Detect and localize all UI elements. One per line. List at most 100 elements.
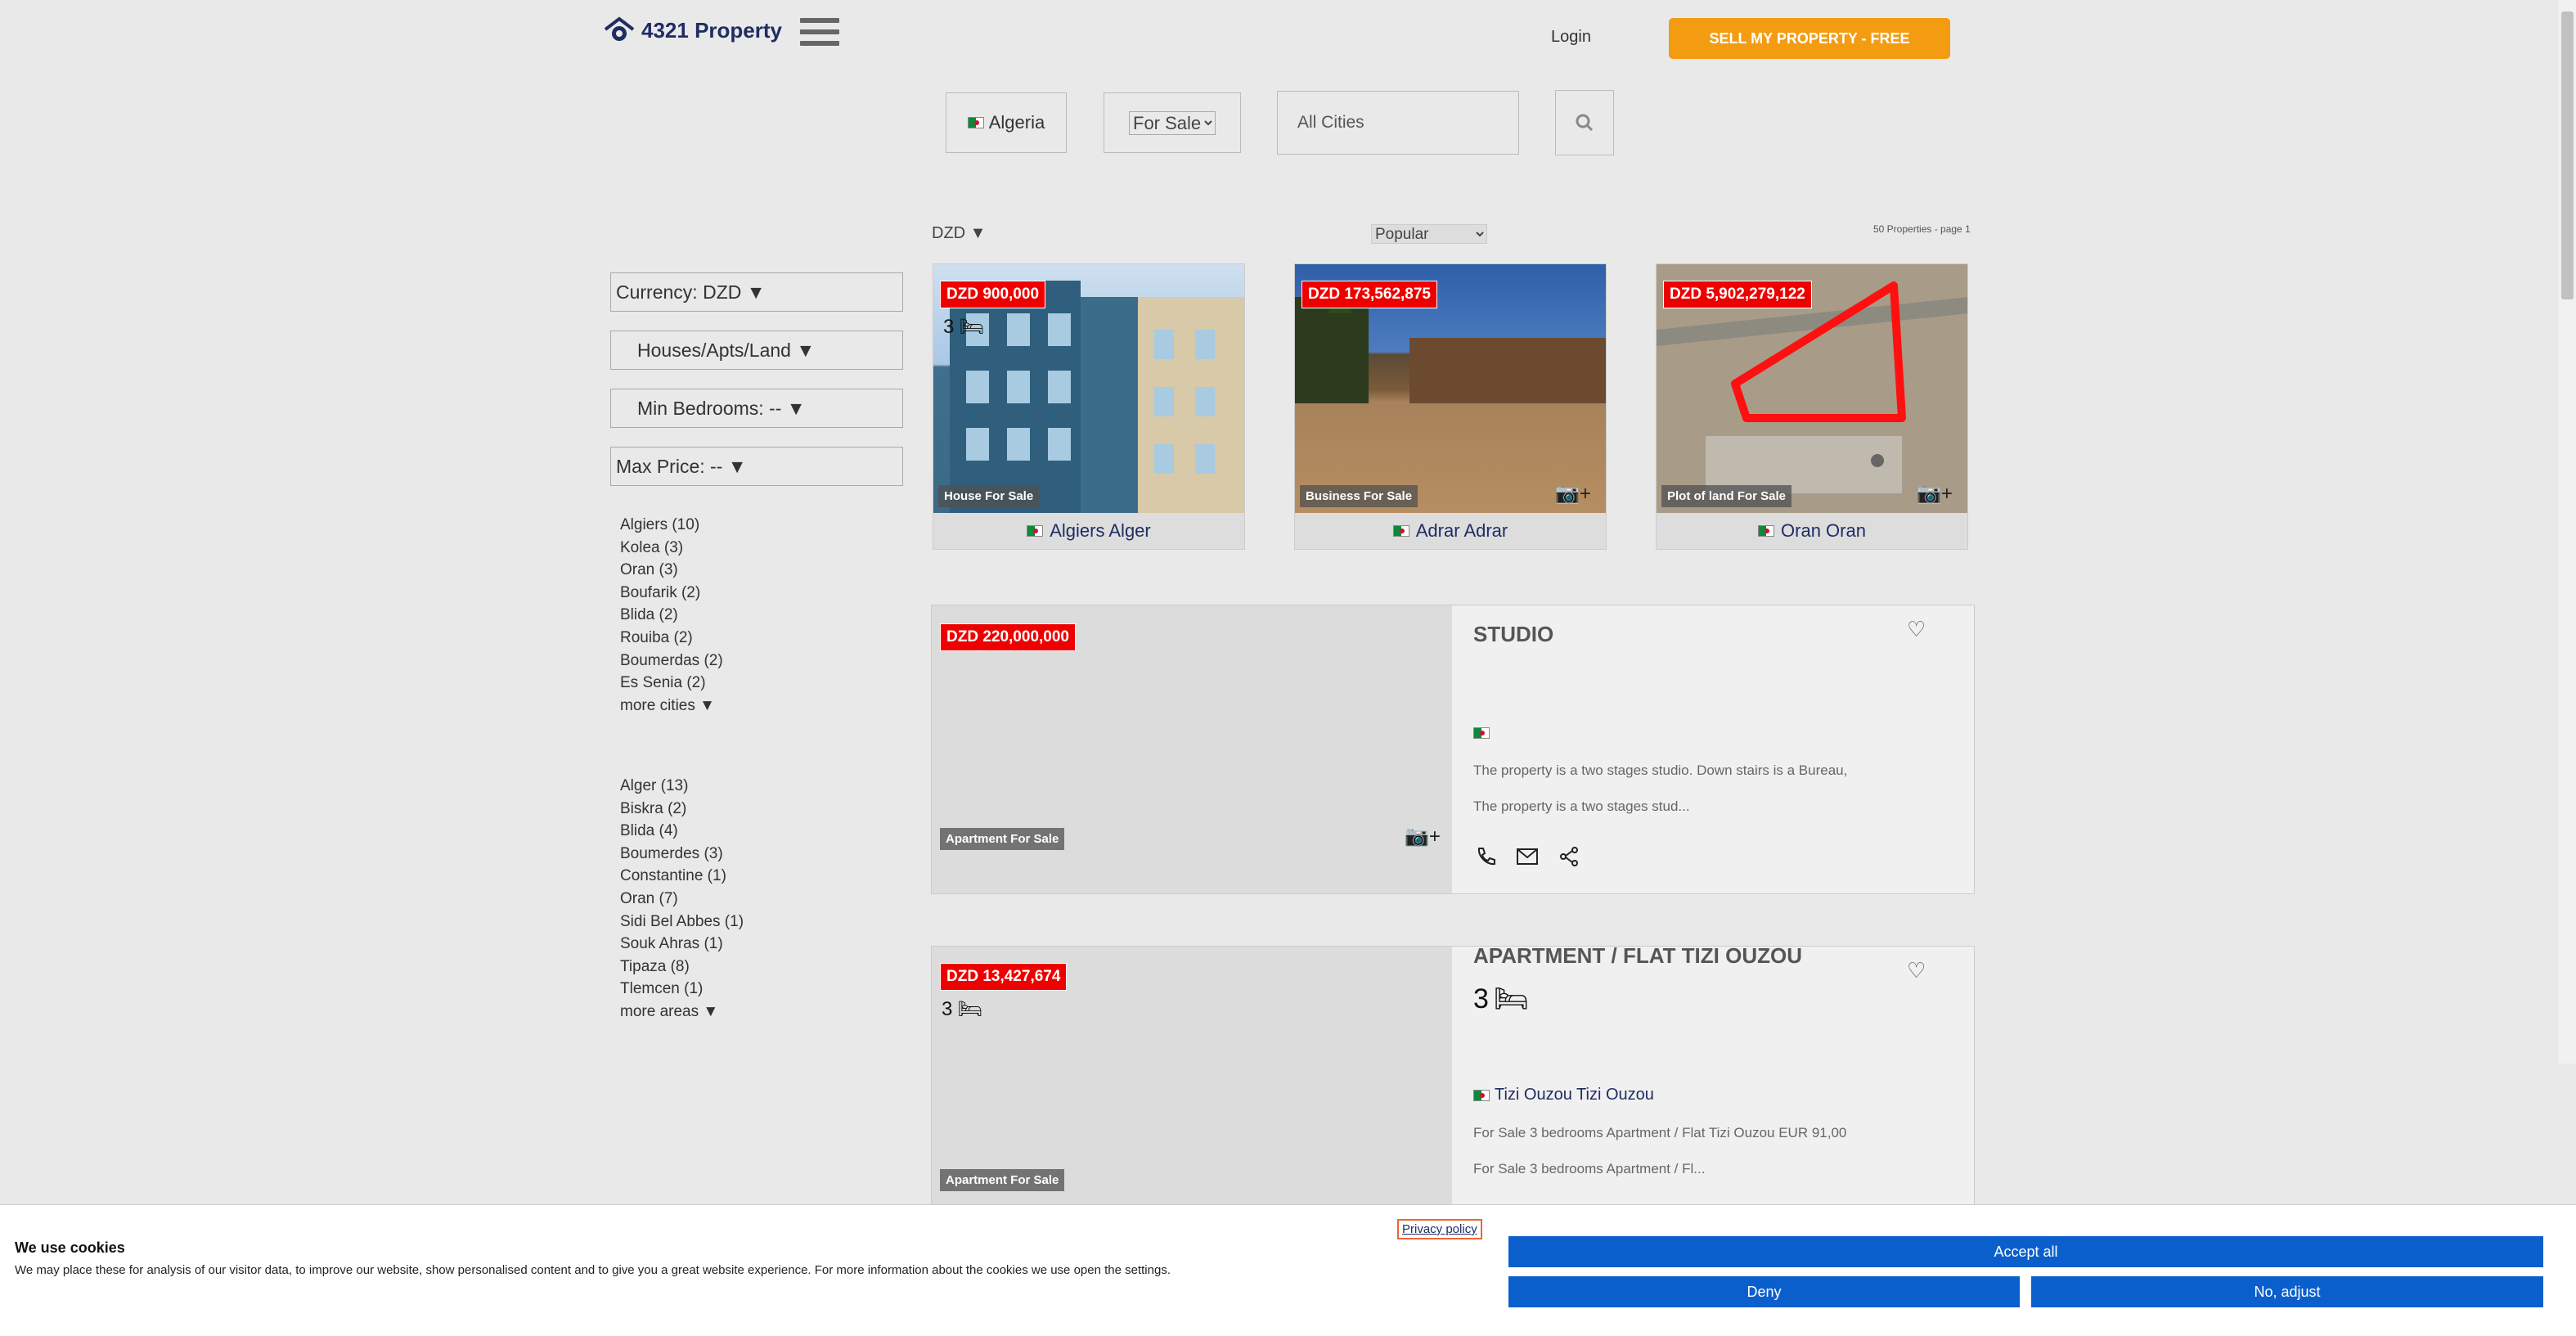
cookie-title: We use cookies	[15, 1239, 125, 1256]
location-link[interactable]: Algiers Alger	[933, 513, 1244, 549]
login-link[interactable]: Login	[1551, 28, 1591, 47]
currency-filter[interactable]: Currency: DZD ▼	[610, 272, 903, 312]
location-link[interactable]: Adrar Adrar	[1295, 513, 1606, 549]
cookie-text: We may place these for analysis of our v…	[15, 1263, 1171, 1277]
area-link[interactable]: Biskra (2)	[620, 798, 744, 821]
city-input[interactable]: All Cities	[1277, 91, 1519, 155]
flag-icon	[1473, 1089, 1490, 1101]
accept-all-button[interactable]: Accept all	[1508, 1236, 2543, 1267]
location-label: Oran Oran	[1781, 520, 1866, 541]
favorite-heart-icon[interactable]: ♡	[1907, 617, 1926, 642]
area-link[interactable]: Souk Ahras (1)	[620, 933, 744, 956]
algeria-flag-icon	[967, 117, 984, 128]
type-filter[interactable]: Houses/Apts/Land ▼	[610, 331, 903, 370]
city-link[interactable]: Oran (3)	[620, 559, 723, 582]
bed-icon: 🛏	[1493, 983, 1530, 1014]
site-logo[interactable]: 4321 Property	[604, 16, 782, 44]
listing-description: The property is a two stages studio. Dow…	[1473, 762, 1848, 778]
city-link[interactable]: Algiers (10)	[620, 514, 723, 537]
bedrooms: 3 🛏	[1473, 983, 1529, 1015]
area-link[interactable]: Boumerdes (3)	[620, 843, 744, 866]
house-logo-icon	[604, 16, 635, 41]
bed-icon: 🛏	[957, 998, 982, 1020]
bed-icon: 🛏	[959, 316, 984, 338]
listing-excerpt: The property is a two stages stud...	[1473, 798, 1690, 814]
camera-plus-icon[interactable]: 📷+	[1405, 825, 1441, 848]
location-link[interactable]: Oran Oran	[1657, 513, 1967, 549]
price-badge: DZD 900,000	[940, 281, 1046, 308]
bedroom-count: 3	[942, 997, 953, 1020]
featured-card[interactable]: DZD 173,562,875 Business For Sale 📷+ Adr…	[1294, 263, 1607, 550]
area-link[interactable]: Tipaza (8)	[620, 956, 744, 978]
logo-text: 4321 Property	[641, 17, 782, 43]
city-link[interactable]: Kolea (3)	[620, 537, 723, 560]
country-label: Algeria	[988, 112, 1045, 133]
city-link[interactable]: Boumerdas (2)	[620, 650, 723, 672]
featured-card[interactable]: DZD 5,902,279,122 Plot of land For Sale …	[1656, 263, 1968, 550]
camera-plus-icon[interactable]: 📷+	[1555, 482, 1591, 506]
min-bedrooms-filter[interactable]: Min Bedrooms: -- ▼	[610, 389, 903, 428]
listing-card[interactable]: DZD 220,000,000 Apartment For Sale 📷+ ST…	[931, 605, 1975, 894]
phone-icon[interactable]	[1475, 846, 1496, 867]
country-selector[interactable]: Algeria	[946, 92, 1067, 153]
flag-icon	[1027, 525, 1044, 537]
property-type-badge: Plot of land For Sale	[1661, 485, 1792, 507]
area-link[interactable]: Constantine (1)	[620, 865, 744, 888]
bedroom-count: 3	[1473, 983, 1489, 1014]
location-label: Adrar Adrar	[1415, 520, 1508, 541]
email-icon[interactable]	[1516, 848, 1539, 866]
area-list: Alger (13) Biskra (2) Blida (4) Boumerde…	[620, 775, 744, 1023]
results-count: 50 Properties - page 1	[1873, 223, 1971, 235]
more-areas-link[interactable]: more areas ▼	[620, 1001, 744, 1023]
price-badge: DZD 5,902,279,122	[1663, 281, 1812, 308]
bedroom-count: 3	[943, 315, 955, 338]
adjust-button[interactable]: No, adjust	[2031, 1276, 2543, 1307]
max-price-filter[interactable]: Max Price: -- ▼	[610, 447, 903, 486]
flag-icon	[1473, 727, 1490, 739]
flag-icon	[1758, 525, 1775, 537]
search-icon	[1576, 114, 1594, 132]
bedrooms: 3 🛏	[942, 997, 982, 1021]
listing-title[interactable]: STUDIO	[1473, 622, 1553, 647]
city-link[interactable]: Rouiba (2)	[620, 627, 723, 650]
location-label: Tizi Ouzou Tizi Ouzou	[1495, 1086, 1654, 1104]
area-link[interactable]: Alger (13)	[620, 775, 744, 798]
area-link[interactable]: Blida (4)	[620, 820, 744, 843]
menu-icon[interactable]	[800, 18, 839, 46]
more-cities-link[interactable]: more cities ▼	[620, 695, 723, 717]
sort-select[interactable]: Popular	[1371, 224, 1487, 244]
property-type-badge: Business For Sale	[1300, 485, 1418, 507]
purpose-box: For Sale	[1104, 92, 1241, 153]
sell-property-button[interactable]: SELL MY PROPERTY - FREE	[1669, 18, 1950, 59]
search-button[interactable]	[1555, 90, 1614, 155]
area-link[interactable]: Tlemcen (1)	[620, 978, 744, 1001]
location-link[interactable]: Tizi Ouzou Tizi Ouzou	[1473, 1086, 1654, 1104]
listing-description: For Sale 3 bedrooms Apartment / Flat Tiz…	[1473, 1125, 1847, 1140]
listing-title[interactable]: APARTMENT / FLAT TIZI OUZOU	[1473, 947, 1802, 969]
city-list: Algiers (10) Kolea (3) Oran (3) Boufarik…	[620, 514, 723, 717]
price-badge: DZD 220,000,000	[940, 623, 1076, 651]
camera-plus-icon[interactable]: 📷+	[1917, 482, 1953, 506]
deny-button[interactable]: Deny	[1508, 1276, 2020, 1307]
bedrooms: 3 🛏	[943, 315, 984, 339]
listing-card[interactable]: DZD 13,427,674 3 🛏 Apartment For Sale APA…	[931, 946, 1975, 1208]
privacy-policy-link[interactable]: Privacy policy	[1397, 1219, 1482, 1239]
city-link[interactable]: Es Senia (2)	[620, 672, 723, 695]
area-link[interactable]: Oran (7)	[620, 888, 744, 911]
property-type-badge: House For Sale	[938, 485, 1040, 507]
price-badge: DZD 173,562,875	[1301, 281, 1437, 308]
currency-dropdown[interactable]: DZD ▼	[932, 224, 986, 243]
flag-icon	[1392, 525, 1409, 537]
city-link[interactable]: Boufarik (2)	[620, 582, 723, 605]
featured-card[interactable]: DZD 900,000 3 🛏 House For Sale Algiers Al…	[933, 263, 1245, 550]
city-link[interactable]: Blida (2)	[620, 604, 723, 627]
property-type-badge: Apartment For Sale	[940, 1169, 1065, 1191]
scrollbar-thumb[interactable]	[2561, 11, 2574, 299]
favorite-heart-icon[interactable]: ♡	[1907, 958, 1926, 983]
area-link[interactable]: Sidi Bel Abbes (1)	[620, 911, 744, 933]
location-label: Algiers Alger	[1050, 520, 1151, 541]
purpose-select[interactable]: For Sale	[1129, 110, 1216, 135]
price-badge: DZD 13,427,674	[940, 963, 1068, 991]
share-icon[interactable]	[1558, 846, 1580, 867]
listing-excerpt: For Sale 3 bedrooms Apartment / Fl...	[1473, 1161, 1706, 1176]
